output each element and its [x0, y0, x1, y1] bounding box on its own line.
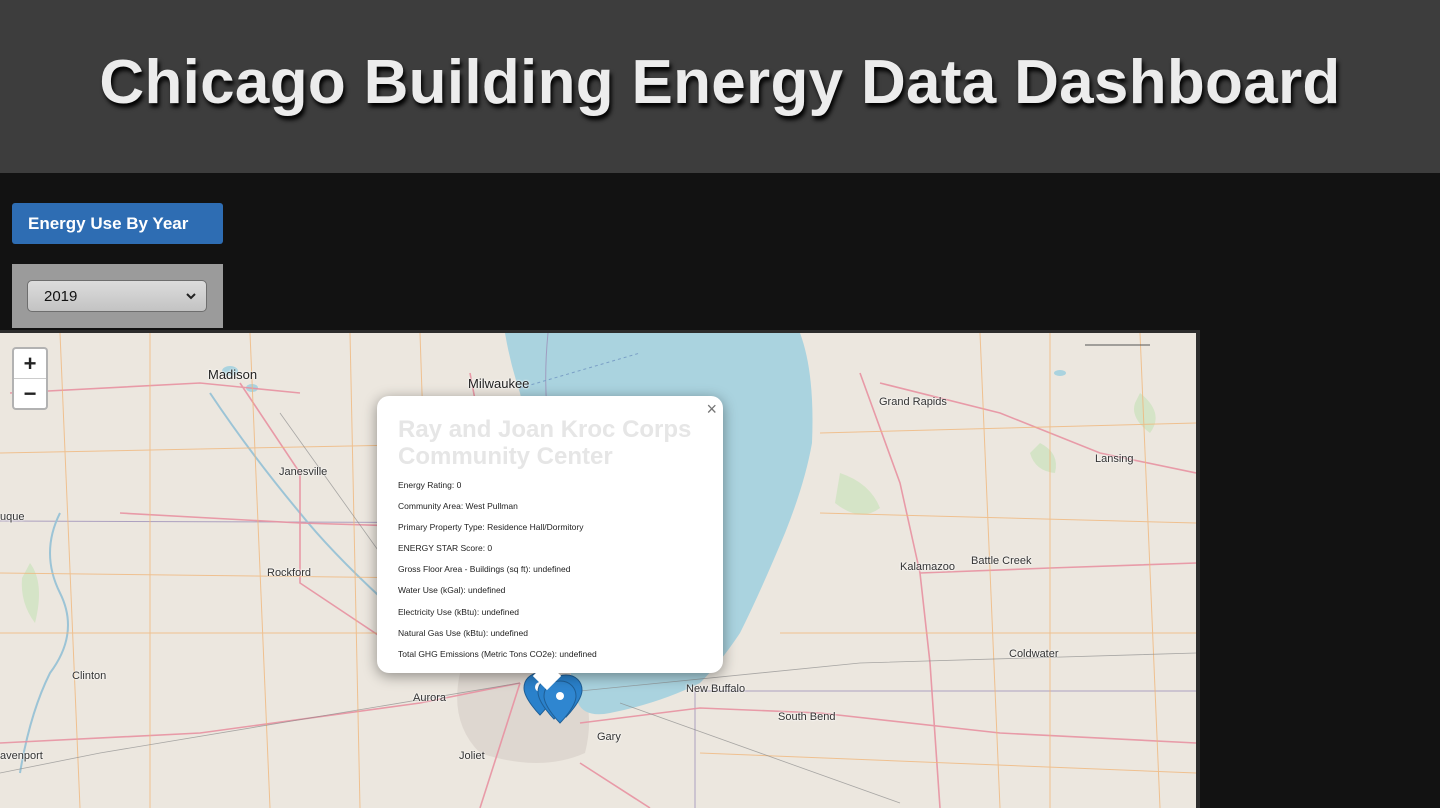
- year-select[interactable]: 2019: [27, 280, 207, 312]
- place-label-grand-rapids: Grand Rapids: [879, 396, 947, 408]
- popup-detail-natural-gas-use: Natural Gas Use (kBtu): undefined: [398, 627, 528, 638]
- chevron-down-icon: [186, 293, 196, 300]
- place-label-new-buffalo: New Buffalo: [686, 683, 746, 695]
- popup-detail-property-type: Primary Property Type: Residence Hall/Do…: [398, 522, 584, 533]
- place-label-coldwater: Coldwater: [1009, 648, 1059, 660]
- zoom-in-button[interactable]: +: [14, 349, 46, 379]
- popup-detail-water-use: Water Use (kGal): undefined: [398, 585, 506, 596]
- place-label-milwaukee: Milwaukee: [468, 376, 530, 391]
- popup-detail-ghg-emissions: Total GHG Emissions (Metric Tons CO2e): …: [398, 648, 597, 659]
- popup-detail-electricity-use: Electricity Use (kBtu): undefined: [398, 606, 519, 617]
- popup-detail-energy-star-score: ENERGY STAR Score: 0: [398, 543, 493, 554]
- place-label-clinton: Clinton: [72, 670, 107, 682]
- place-label-kalamazoo: Kalamazoo: [900, 561, 956, 573]
- year-select-panel: 2019: [12, 264, 223, 328]
- place-label-aurora: Aurora: [413, 692, 447, 704]
- zoom-out-button[interactable]: −: [14, 379, 46, 408]
- popup-detail-community-area: Community Area: West Pullman: [398, 501, 518, 512]
- energy-use-by-year-button[interactable]: Energy Use By Year: [12, 203, 223, 244]
- place-label-janesville: Janesville: [279, 466, 328, 478]
- place-label-battle-creek: Battle Creek: [971, 555, 1032, 567]
- zoom-control: + −: [12, 347, 48, 410]
- place-label-davenport: avenport: [0, 750, 43, 762]
- popup-detail-energy-rating: Energy Rating: 0: [398, 480, 462, 490]
- place-label-lansing: Lansing: [1095, 453, 1134, 465]
- year-select-value: 2019: [44, 288, 78, 305]
- close-icon[interactable]: ×: [706, 399, 717, 420]
- page-title: Chicago Building Energy Data Dashboard: [99, 48, 1341, 117]
- place-label-joliet: Joliet: [459, 750, 485, 762]
- marker-cluster[interactable]: [520, 671, 600, 731]
- map-view[interactable]: Madison Milwaukee Janesville uque Rockfo…: [0, 330, 1200, 808]
- popup-details: Energy Rating: 0 Community Area: West Pu…: [398, 480, 597, 670]
- place-label-dubuque: uque: [0, 511, 25, 523]
- popup-title: Ray and Joan Kroc Corps Community Center: [398, 416, 692, 470]
- popup-detail-gross-floor-area: Gross Floor Area - Buildings (sq ft): un…: [398, 564, 571, 575]
- building-popup: × Ray and Joan Kroc Corps Community Cent…: [377, 396, 723, 691]
- place-label-madison: Madison: [208, 367, 258, 382]
- place-label-gary: Gary: [597, 731, 621, 743]
- place-label-rockford: Rockford: [267, 567, 312, 579]
- header-bar: Chicago Building Energy Data Dashboard: [0, 0, 1440, 173]
- place-label-south-bend: South Bend: [778, 711, 836, 723]
